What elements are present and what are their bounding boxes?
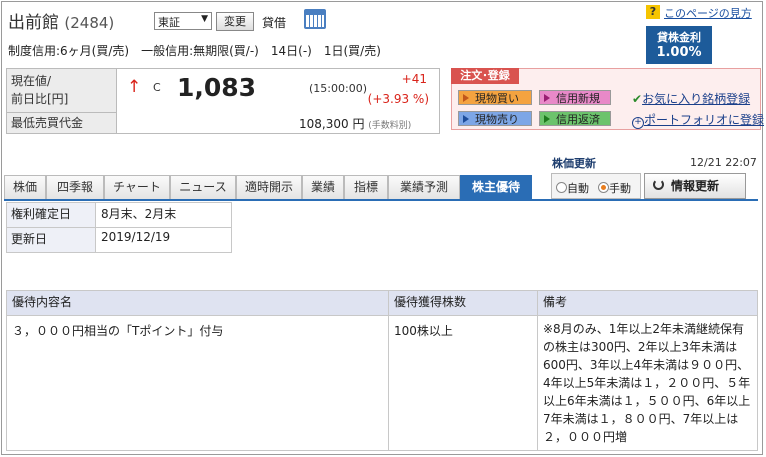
sell-button[interactable]: 現物売り	[458, 111, 532, 126]
chevron-down-icon: ▼	[201, 14, 208, 24]
benefit-name: ３，０００円相当の「Tポイント」付与	[6, 315, 389, 451]
min-trade-value: 108,300	[299, 117, 349, 131]
price-flag: C	[153, 81, 161, 94]
market-select[interactable]: 東証 ▼	[154, 12, 212, 30]
refresh-icon	[653, 179, 664, 190]
price-box: 現在値/ 前日比[円] ↑ C 1,083 (15:00:00) +41 (+3…	[6, 68, 440, 134]
tab-indicators[interactable]: 指標	[344, 175, 388, 199]
price-update-time: 12/21 22:07	[690, 156, 757, 169]
benefit-table: 優待内容名 優待獲得株数 備考 ３，０００円相当の「Tポイント」付与 100株以…	[6, 290, 758, 451]
margin-new-label: 信用新規	[556, 92, 600, 105]
company-name: 出前館	[8, 13, 59, 33]
lending-rate-label: 貸株金利	[657, 31, 701, 44]
min-trade-label: 最低売買代金	[7, 113, 117, 133]
table-row: ３，０００円相当の「Tポイント」付与 100株以上 ※8月のみ、1年以上2年未満…	[6, 315, 758, 451]
table-row: 更新日 2019/12/19	[6, 227, 232, 253]
refresh-button-label: 情報更新	[671, 179, 720, 193]
up-arrow-icon: ↑	[127, 77, 142, 97]
tab-disclosure[interactable]: 適時開示	[236, 175, 302, 199]
triangle-icon	[463, 115, 469, 123]
tab-shareholder-benefits[interactable]: 株主優待	[460, 175, 532, 199]
calendar-icon[interactable]	[304, 9, 326, 29]
buy-button[interactable]: 現物買い	[458, 90, 532, 105]
current-price: 1,083	[177, 73, 257, 102]
table-cell-value: 8月末、2月末	[95, 202, 232, 228]
margin-close-button[interactable]: 信用返済	[539, 111, 611, 126]
update-mode-box: 自動 手動	[551, 173, 641, 199]
column-header: 優待内容名	[6, 290, 389, 316]
favorite-link[interactable]: ✔お気に入り銘柄登録	[632, 90, 750, 107]
triangle-icon	[463, 94, 469, 102]
column-header: 備考	[537, 290, 758, 316]
tab-price[interactable]: 株価	[4, 175, 46, 199]
order-panel: 注文･登録 現物買い 現物売り 信用新規 信用返済 ✔お気に入り銘柄登録 + ポー…	[451, 68, 764, 130]
portfolio-link-label: ポートフォリオに登録	[644, 113, 765, 127]
tab-performance[interactable]: 業績	[302, 175, 344, 199]
table-header-row: 優待内容名 優待獲得株数 備考	[6, 290, 758, 316]
manual-label: 手動	[609, 182, 631, 195]
benefit-shares: 100株以上	[388, 315, 538, 451]
triangle-icon	[544, 94, 550, 102]
price-change: +41	[401, 72, 427, 86]
record-date-table: 権利確定日 8月末、2月末 更新日 2019/12/19	[6, 202, 232, 253]
portfolio-link[interactable]: + ポートフォリオに登録	[632, 111, 764, 129]
price-change-pct: (+3.93 %)	[367, 92, 429, 106]
market-select-value: 東証	[158, 16, 180, 29]
radio-icon	[556, 182, 567, 193]
table-cell-label: 権利確定日	[6, 202, 96, 228]
benefit-note: ※8月のみ、1年以上2年未満継続保有の株主は300円、2年以上3年未満は600円…	[537, 315, 758, 451]
price-update-title: 株価更新	[552, 157, 596, 170]
margin-new-button[interactable]: 信用新規	[539, 90, 611, 105]
radio-selected-icon	[598, 182, 609, 193]
table-cell-value: 2019/12/19	[95, 227, 232, 253]
label-change: 前日比[円]	[11, 92, 69, 106]
table-cell-label: 更新日	[6, 227, 96, 253]
checkmark-icon: ✔	[632, 92, 643, 106]
tab-news[interactable]: ニュース	[170, 175, 236, 199]
tab-chart[interactable]: チャート	[104, 175, 170, 199]
min-trade-amount: 108,300 円 (手数料別)	[299, 115, 411, 132]
page-title: 出前館 (2484)	[8, 8, 114, 33]
taishaku-label: 貸借	[262, 16, 287, 30]
price-time: (15:00:00)	[309, 82, 367, 95]
change-button[interactable]: 変更	[216, 12, 254, 31]
help-icon: ?	[646, 5, 660, 19]
label-current: 現在値/	[11, 74, 52, 88]
help-link[interactable]: このページの見方	[664, 5, 752, 21]
min-trade-note: (手数料別)	[368, 121, 412, 131]
auto-radio[interactable]: 自動	[556, 180, 589, 196]
current-price-label: 現在値/ 前日比[円]	[7, 69, 117, 113]
plus-circle-icon: +	[632, 117, 644, 129]
order-heading: 注文･登録	[451, 68, 519, 84]
margin-close-label: 信用返済	[556, 113, 600, 126]
buy-button-label: 現物買い	[475, 92, 519, 105]
margin-info: 制度信用:6ヶ月(買/売) 一般信用:無期限(買/-) 14日(-) 1日(買/…	[8, 44, 381, 58]
tab-forecast[interactable]: 業績予測	[388, 175, 460, 199]
tab-shikiho[interactable]: 四季報	[46, 175, 104, 199]
column-header: 優待獲得株数	[388, 290, 538, 316]
lending-rate-value: 1.00%	[656, 45, 702, 60]
stock-code: (2484)	[64, 14, 115, 32]
sell-button-label: 現物売り	[475, 113, 519, 126]
triangle-icon	[544, 115, 550, 123]
auto-label: 自動	[567, 182, 589, 195]
table-row: 権利確定日 8月末、2月末	[6, 202, 232, 228]
favorite-link-label: お気に入り銘柄登録	[642, 92, 751, 106]
manual-radio[interactable]: 手動	[598, 180, 631, 196]
lending-rate-badge[interactable]: 貸株金利 1.00%	[646, 26, 712, 64]
refresh-button[interactable]: 情報更新	[644, 173, 746, 199]
min-trade-unit: 円	[352, 117, 365, 131]
tab-underline	[4, 199, 758, 201]
